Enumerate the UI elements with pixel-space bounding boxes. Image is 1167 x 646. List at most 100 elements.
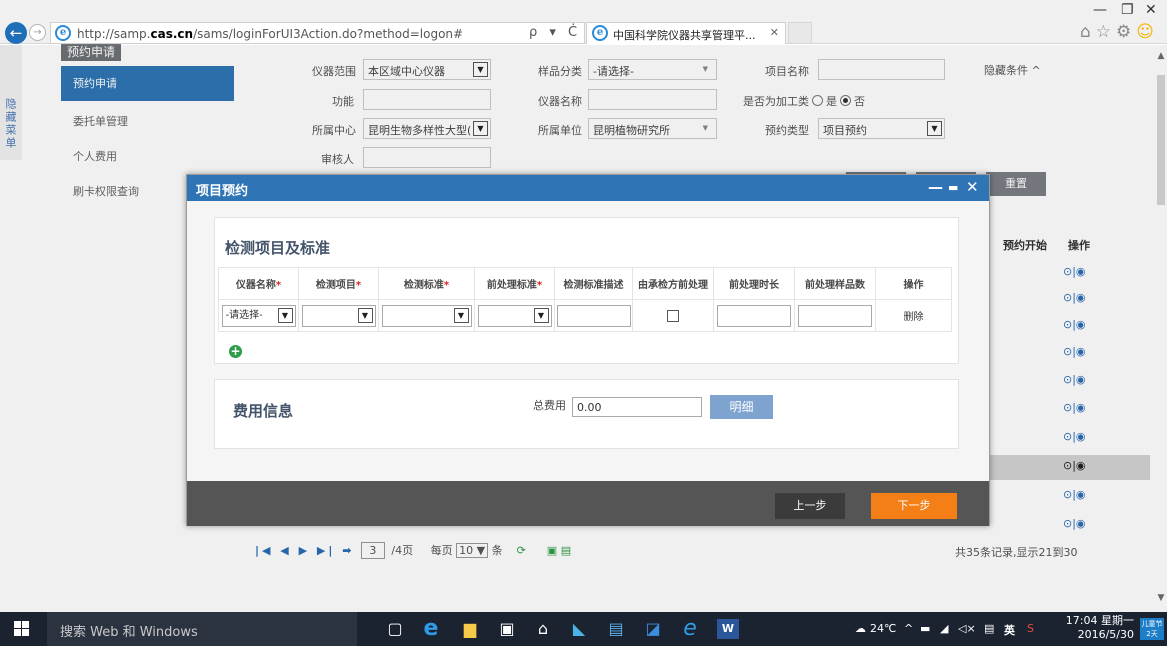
- forward-button[interactable]: →: [29, 24, 46, 41]
- previous-step-button[interactable]: 上一步: [775, 493, 845, 519]
- table-header-row: 仪器名称* 检测项目* 检测标准* 前处理标准* 检测标准描述 由承检方前处理 …: [218, 267, 952, 300]
- app-icon[interactable]: ◣: [568, 619, 590, 639]
- col-standard-desc: 检测标准描述: [554, 267, 633, 300]
- windows-start-icon[interactable]: [14, 621, 30, 637]
- minimize-icon[interactable]: —: [1093, 2, 1107, 18]
- pretreat-samples-input[interactable]: [798, 304, 872, 327]
- cell-instrument: -请选择- ▼: [218, 299, 299, 332]
- address-url[interactable]: http://samp.cas.cn/sams/loginForUI3Actio…: [77, 27, 463, 41]
- col-instrument: 仪器名称*: [218, 267, 299, 300]
- tab-ie-icon: e: [592, 25, 608, 41]
- test-items-table: 仪器名称* 检测项目* 检测标准* 前处理标准* 检测标准描述 由承检方前处理 …: [218, 267, 952, 332]
- delete-row-link[interactable]: 删除: [904, 312, 924, 323]
- word-icon[interactable]: W: [717, 619, 739, 639]
- col-pretreat-duration: 前处理时长: [713, 267, 795, 300]
- address-bar[interactable]: e http://samp.cas.cn/sams/loginForUI3Act…: [50, 22, 585, 44]
- ie-taskbar-icon[interactable]: e: [679, 618, 701, 640]
- chevron-down-icon: ▼: [533, 307, 549, 323]
- fee-detail-button[interactable]: 明细: [710, 395, 773, 419]
- notif-bottom: 2天: [1146, 630, 1158, 638]
- taskbar-clock[interactable]: 17:04 星期一 2016/5/30: [1064, 614, 1134, 642]
- taskbar-search-box[interactable]: 搜索 Web 和 Windows: [47, 612, 357, 646]
- close-window-icon[interactable]: ✕: [1145, 2, 1157, 18]
- chevron-down-icon: ▼: [277, 307, 293, 323]
- scroll-thumb[interactable]: [1157, 75, 1165, 205]
- col-pretreat-standard: 前处理标准*: [474, 267, 555, 300]
- settings-gear-icon[interactable]: ⚙: [1116, 22, 1136, 42]
- clock-date: 2016/5/30: [1077, 628, 1134, 641]
- edge-browser-icon[interactable]: e: [420, 618, 442, 640]
- cell-test-item: ▼: [298, 299, 379, 332]
- cell-pretreat-duration: [713, 299, 795, 332]
- total-fee-label: 总费用: [533, 399, 566, 412]
- cell-standard-desc: [554, 299, 633, 332]
- next-step-button[interactable]: 下一步: [871, 493, 957, 519]
- sogou-ime-icon[interactable]: S: [1027, 622, 1034, 635]
- col-pretreat-samples: 前处理样品数: [794, 267, 876, 300]
- cell-pretreat-by-tester: [632, 299, 714, 332]
- chevron-down-icon: ▼: [453, 307, 469, 323]
- cell-pretreat-standard: ▼: [474, 299, 555, 332]
- store-icon[interactable]: ▣: [496, 619, 518, 639]
- dialog-header: 项目预约 — ▬ ✕: [187, 175, 989, 201]
- col-test-standard: 检测标准*: [378, 267, 475, 300]
- cell-test-standard: ▼: [378, 299, 475, 332]
- fee-title: 费用信息: [233, 402, 294, 420]
- page-scrollbar[interactable]: ▲ ▼: [1155, 45, 1167, 612]
- new-tab-button[interactable]: [788, 22, 812, 44]
- col-test-item: 检测项目*: [298, 267, 379, 300]
- task-view-icon[interactable]: ▢: [384, 619, 406, 639]
- pretreat-duration-input[interactable]: [717, 304, 791, 327]
- mail-app-icon[interactable]: ▤: [605, 619, 627, 639]
- dialog-close-icon[interactable]: ✕: [966, 178, 979, 196]
- action-center-icon[interactable]: ▤: [984, 622, 994, 635]
- browser-tools: ⌂☆⚙☺: [1080, 22, 1159, 42]
- windows-taskbar: 搜索 Web 和 Windows ▢ e ▆ ▣ ⌂ ◣ ▤ ◪ e W ☁ 2…: [0, 612, 1167, 646]
- scroll-down-icon[interactable]: ▼: [1155, 593, 1167, 603]
- col-pretreat-by-tester: 由承检方前处理: [632, 267, 714, 300]
- dialog-title: 项目预约: [196, 184, 249, 199]
- tab-close-icon[interactable]: ✕: [770, 26, 779, 39]
- total-fee-input[interactable]: 0.00: [572, 397, 702, 417]
- dialog-minimize-icon[interactable]: —: [928, 178, 943, 196]
- browser-chrome: ← → e http://samp.cas.cn/sams/loginForUI…: [0, 0, 1167, 44]
- browser-tab[interactable]: e 中国科学院仪器共享管理平... ✕: [586, 22, 786, 44]
- add-row-plus-icon[interactable]: +: [229, 345, 242, 358]
- temperature: 24℃: [870, 622, 897, 635]
- file-explorer-icon[interactable]: ▆: [459, 619, 481, 639]
- pretreat-standard-select[interactable]: ▼: [477, 304, 552, 327]
- notif-top: 儿童节: [1141, 620, 1163, 628]
- wifi-icon[interactable]: ◢: [940, 622, 948, 635]
- standard-desc-input[interactable]: [556, 304, 631, 327]
- test-item-select[interactable]: ▼: [301, 304, 376, 327]
- col-operation: 操作: [875, 267, 952, 300]
- test-items-title: 检测项目及标准: [225, 239, 331, 257]
- cell-operation: 删除: [875, 299, 952, 332]
- cell-pretreat-samples: [794, 299, 876, 332]
- tray-expand-icon[interactable]: ^: [904, 622, 913, 635]
- clock-time: 17:04 星期一: [1065, 614, 1134, 627]
- search-refresh-icon[interactable]: ρ ▾ Ċ: [529, 25, 581, 40]
- test-standard-select[interactable]: ▼: [381, 304, 472, 327]
- volume-icon[interactable]: ◁×: [958, 622, 976, 635]
- chevron-down-icon: ▼: [357, 307, 373, 323]
- back-button[interactable]: ←: [5, 22, 27, 44]
- scroll-up-icon[interactable]: ▲: [1155, 51, 1167, 61]
- favorites-icon[interactable]: ☆: [1096, 22, 1116, 42]
- holiday-notification[interactable]: 儿童节 2天: [1140, 618, 1164, 640]
- instrument-select[interactable]: -请选择- ▼: [221, 304, 296, 327]
- notes-app-icon[interactable]: ◪: [642, 619, 664, 639]
- weather-icon[interactable]: ☁: [855, 622, 866, 635]
- maximize-icon[interactable]: ❐: [1121, 2, 1134, 18]
- ie-icon: e: [55, 25, 71, 41]
- search-placeholder: 搜索 Web 和 Windows: [60, 625, 198, 640]
- home-icon[interactable]: ⌂: [1080, 22, 1096, 42]
- dialog-footer: 上一步 下一步: [187, 481, 989, 526]
- pretreat-checkbox[interactable]: [667, 309, 679, 322]
- feedback-smile-icon[interactable]: ☺: [1136, 22, 1159, 42]
- battery-icon[interactable]: ▬: [920, 622, 930, 635]
- ime-indicator[interactable]: 英: [1004, 622, 1015, 638]
- table-row: -请选择- ▼ ▼ ▼ ▼ 删除: [218, 299, 952, 332]
- home-app-icon[interactable]: ⌂: [532, 619, 554, 639]
- dialog-maximize-icon[interactable]: ▬: [948, 181, 958, 194]
